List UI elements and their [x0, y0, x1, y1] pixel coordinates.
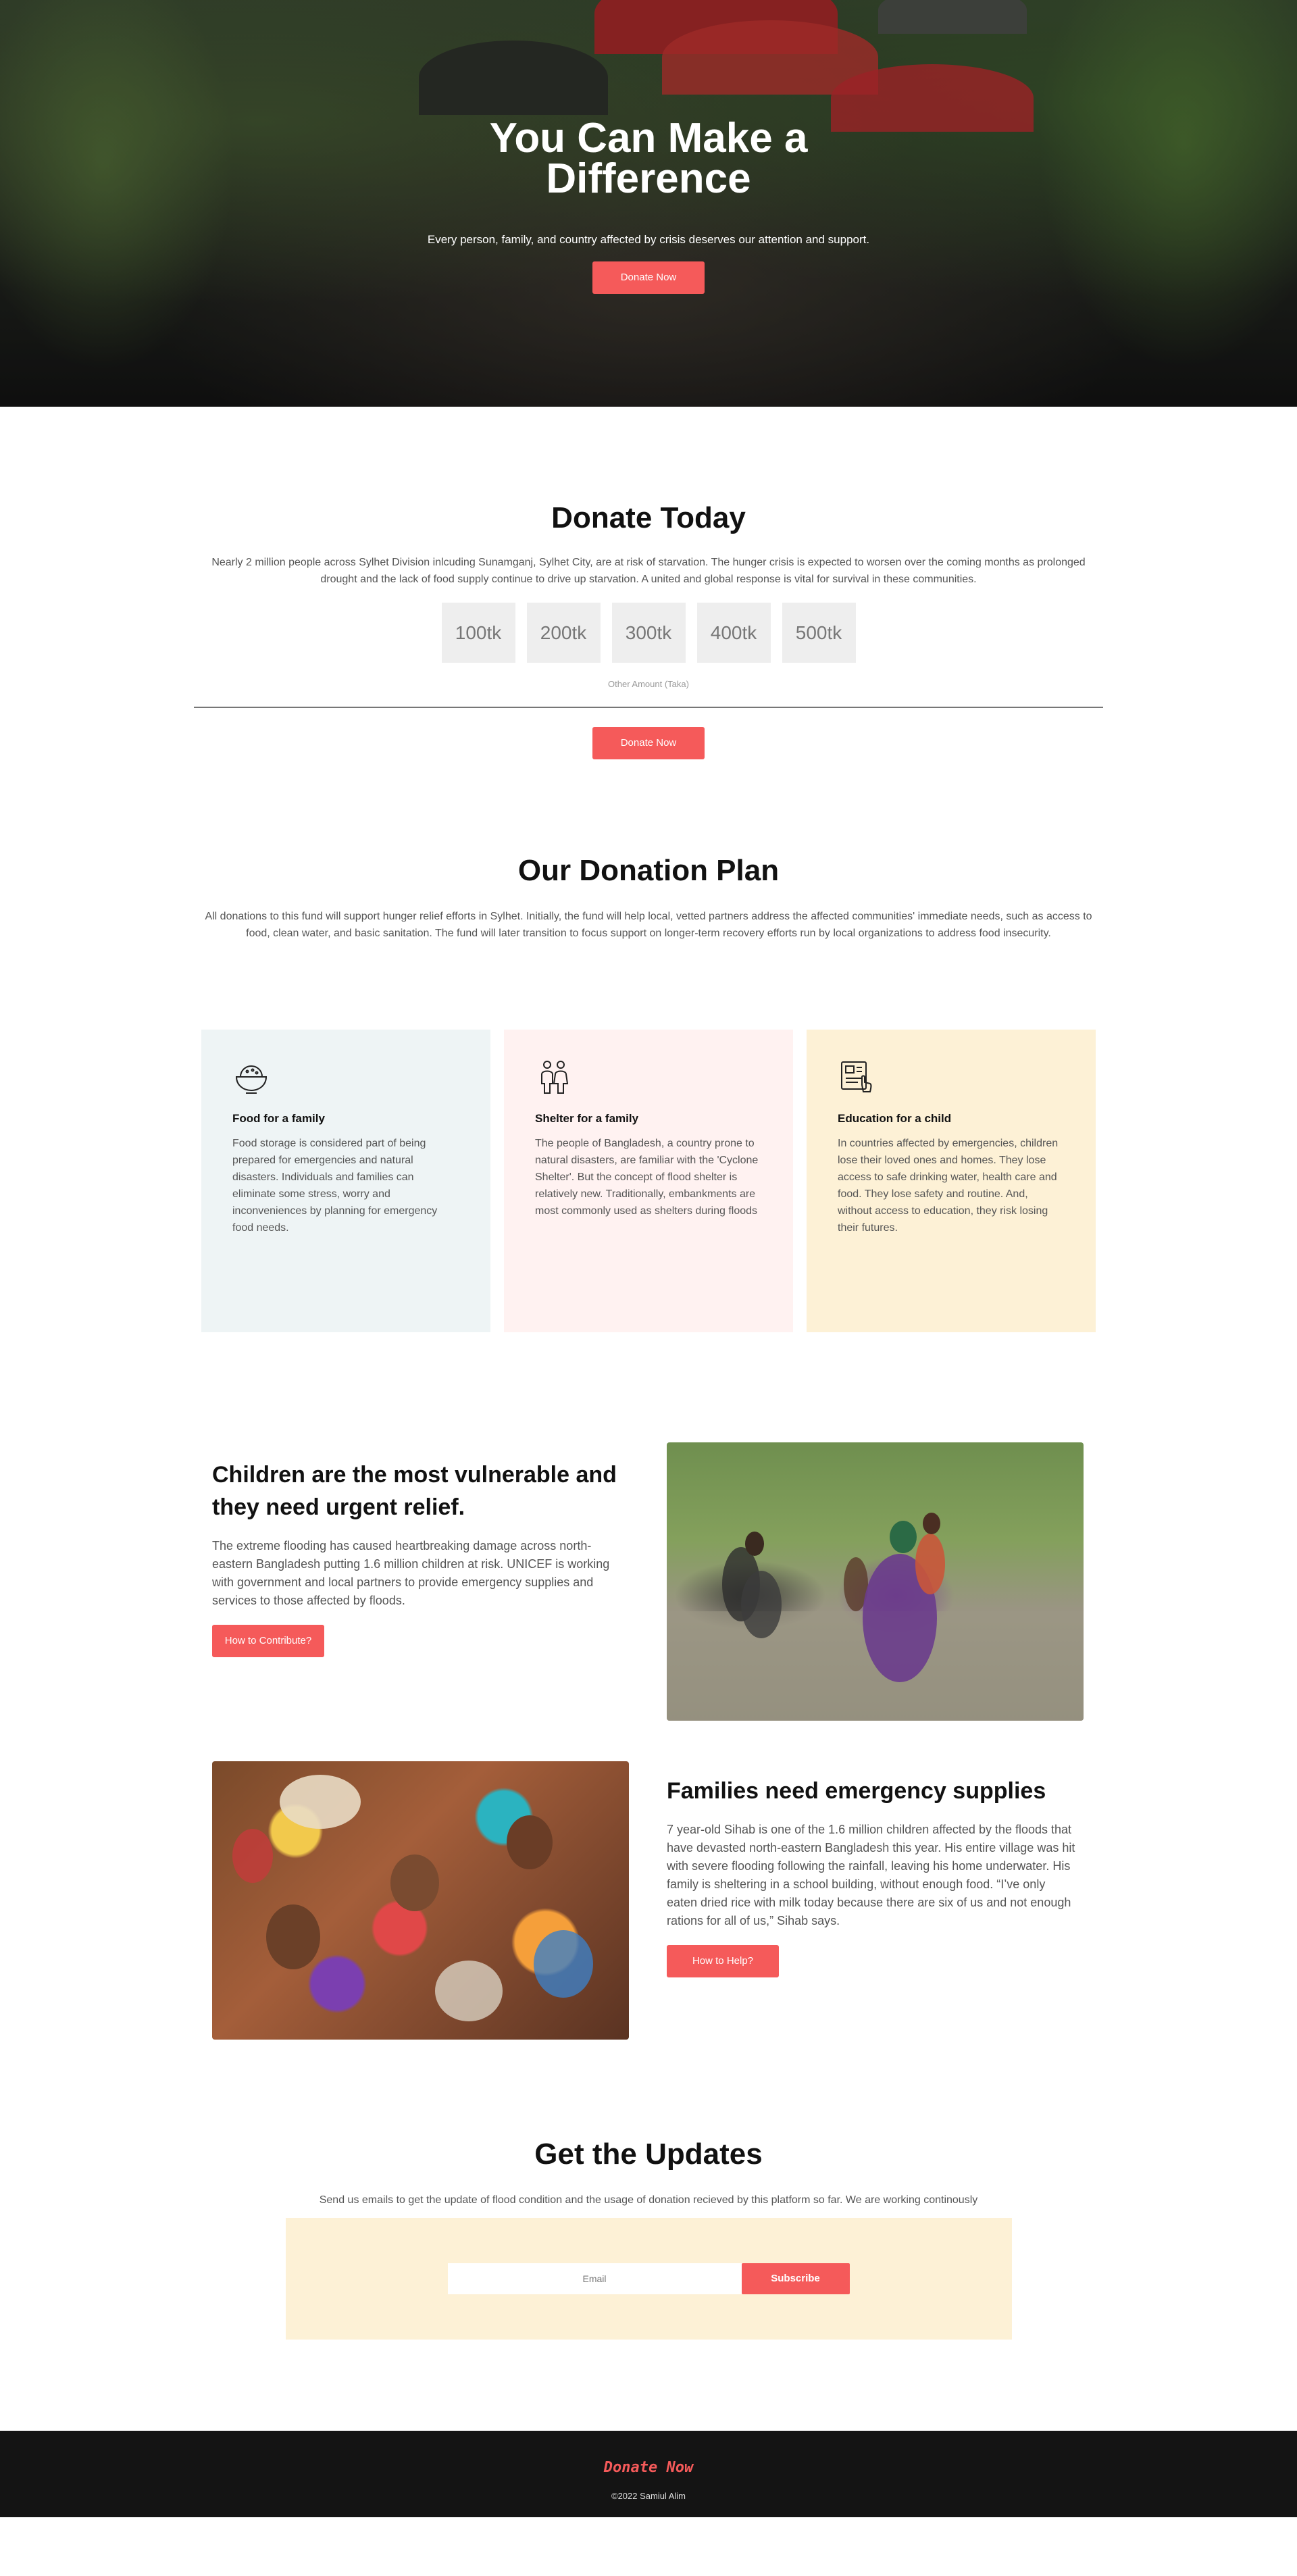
hero-donate-button[interactable]: Donate Now	[592, 261, 705, 294]
relief-crowd-photo	[212, 1761, 629, 2040]
food-bowl-icon	[232, 1058, 270, 1096]
amount-option-500[interactable]: 500tk	[782, 603, 856, 663]
amount-option-300[interactable]: 300tk	[611, 603, 686, 663]
feature-text: Children are the most vulnerable and the…	[212, 1442, 628, 1721]
donation-plan-title: Our Donation Plan	[517, 854, 780, 887]
feature-text-body: The extreme flooding has caused heartbre…	[212, 1539, 610, 1607]
plan-card-text: In countries affected by emergencies, ch…	[838, 1138, 1059, 1234]
donation-plan-section: Our Donation Plan All donations to this …	[0, 759, 1297, 1332]
updates-text: Send us emails to get the update of floo…	[319, 2194, 978, 2206]
plan-card-education: Education for a child In countries affec…	[807, 1030, 1096, 1332]
education-board-icon	[838, 1058, 875, 1096]
how-to-contribute-button[interactable]: How to Contribute?	[212, 1625, 324, 1657]
feature-text-body: 7 year-old Sihab is one of the 1.6 milli…	[667, 1823, 1075, 1927]
plan-card-title: Shelter for a family	[535, 1112, 639, 1125]
plan-card-text: The people of Bangladesh, a country pron…	[535, 1138, 759, 1217]
donate-button-wrap: Donate Now	[0, 727, 1297, 759]
donate-today-section: Donate Today Nearly 2 million people acr…	[0, 407, 1297, 759]
donate-now-button[interactable]: Donate Now	[592, 727, 705, 759]
amount-option-400[interactable]: 400tk	[696, 603, 771, 663]
hero-section: You Can Make a Difference Every person, …	[0, 0, 1297, 407]
amount-option-100[interactable]: 100tk	[441, 603, 515, 663]
email-input[interactable]	[447, 2263, 742, 2294]
donate-today-text: Nearly 2 million people across Sylhet Di…	[211, 557, 1086, 585]
plan-card-text: Food storage is considered part of being…	[232, 1138, 438, 1234]
plan-card-title: Food for a family	[232, 1112, 325, 1125]
other-amount-label: Other Amount (Taka)	[608, 679, 689, 689]
feature-families: Families need emergency supplies 7 year-…	[0, 1761, 1297, 2040]
plan-card-title: Education for a child	[838, 1112, 952, 1125]
plan-card-shelter: Shelter for a family The people of Bangl…	[504, 1030, 793, 1332]
hero-content: You Can Make a Difference Every person, …	[0, 118, 1297, 294]
donation-plan-text: All donations to this fund will support …	[205, 911, 1092, 939]
amount-options: 100tk 200tk 300tk 400tk 500tk	[0, 603, 1297, 663]
updates-title: Get the Updates	[534, 2138, 763, 2171]
plan-card-food: Food for a family Food storage is consid…	[201, 1030, 490, 1332]
feature-title: Children are the most vulnerable and the…	[212, 1462, 617, 1520]
other-amount-input[interactable]	[194, 696, 1103, 708]
feature-children: Children are the most vulnerable and the…	[0, 1442, 1297, 1721]
how-to-help-button[interactable]: How to Help?	[667, 1945, 779, 1977]
family-icon	[535, 1058, 573, 1096]
updates-section: Get the Updates Send us emails to get th…	[0, 2040, 1297, 2340]
feature-title: Families need emergency supplies	[667, 1778, 1046, 1804]
feature-text: Families need emergency supplies 7 year-…	[667, 1761, 1079, 2040]
subscribe-box: Subscribe	[285, 2218, 1012, 2340]
donate-today-title: Donate Today	[551, 501, 746, 534]
plan-cards: Food for a family Food storage is consid…	[0, 1030, 1297, 1332]
subscribe-button[interactable]: Subscribe	[741, 2263, 850, 2294]
hero-subtitle: Every person, family, and country affect…	[427, 233, 870, 246]
footer-brand-link[interactable]: Donate Now	[0, 2431, 1297, 2476]
amount-option-200[interactable]: 200tk	[526, 603, 601, 663]
flood-family-photo	[667, 1442, 1084, 1721]
footer-copyright: ©2022 Samiul Alim	[611, 2491, 686, 2501]
footer: Donate Now ©2022 Samiul Alim	[0, 2431, 1297, 2517]
hero-title: You Can Make a Difference	[489, 115, 808, 202]
